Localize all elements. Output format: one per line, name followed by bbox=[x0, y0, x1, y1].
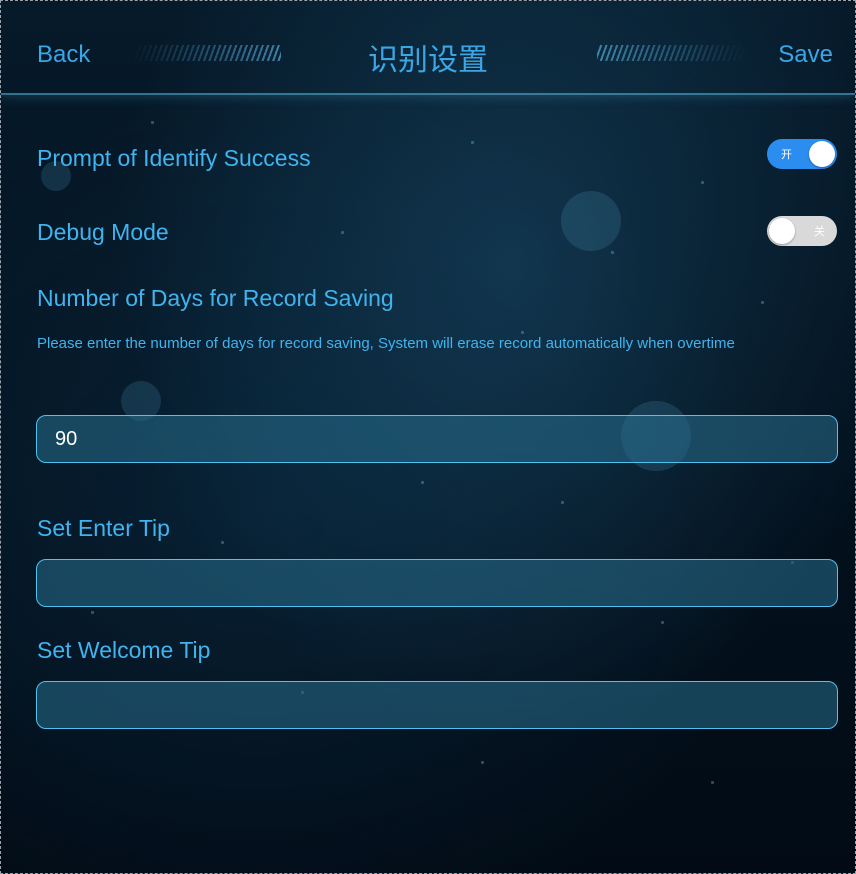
debug-mode-label: Debug Mode bbox=[37, 219, 169, 245]
record-days-label: Number of Days for Record Saving bbox=[37, 285, 394, 311]
welcome-tip-input[interactable] bbox=[36, 681, 838, 729]
save-button[interactable]: Save bbox=[778, 41, 833, 69]
prompt-success-toggle[interactable]: 开 bbox=[767, 139, 837, 169]
welcome-tip-label: Set Welcome Tip bbox=[37, 637, 211, 663]
record-days-input[interactable] bbox=[36, 415, 838, 463]
screen: Back 识别设置 Save Prompt of Identify Succes… bbox=[0, 0, 856, 874]
toggle-knob bbox=[809, 141, 835, 167]
toggle-off-text: 关 bbox=[814, 225, 825, 238]
header-stripes-right bbox=[597, 45, 747, 61]
debug-mode-toggle[interactable]: 关 bbox=[767, 216, 837, 246]
toggle-on-text: 开 bbox=[781, 148, 792, 161]
enter-tip-input[interactable] bbox=[36, 559, 838, 607]
toggle-knob bbox=[769, 218, 795, 244]
record-days-description: Please enter the number of days for reco… bbox=[37, 335, 735, 352]
enter-tip-label: Set Enter Tip bbox=[37, 515, 170, 541]
prompt-success-label: Prompt of Identify Success bbox=[37, 145, 311, 171]
header-bar: Back 识别设置 Save bbox=[1, 1, 855, 95]
